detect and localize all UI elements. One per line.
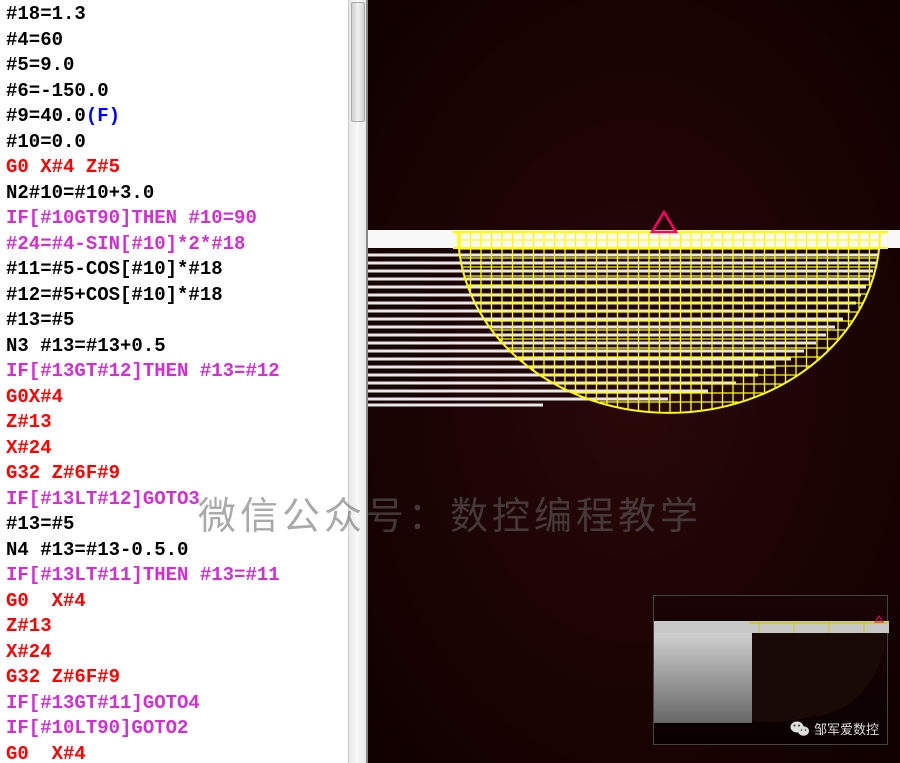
- code-line[interactable]: #9=40.0(F): [6, 104, 360, 130]
- code-text: #24=#4-SIN[#10]*2*#18: [6, 233, 245, 255]
- mini-preview: 邹军爱数控: [653, 595, 888, 745]
- visualization-panel[interactable]: 邹军爱数控: [368, 0, 900, 763]
- code-text: Z#13: [6, 411, 52, 433]
- code-line[interactable]: IF[#13LT#11]THEN #13=#11: [6, 563, 360, 589]
- code-text: G32 Z#6F#9: [6, 666, 120, 688]
- code-text: G0 X#4: [6, 743, 86, 763]
- code-text: #18=1.3: [6, 3, 86, 25]
- code-text: G0 X#4: [6, 590, 86, 612]
- wechat-icon: [790, 720, 810, 738]
- code-line[interactable]: #5=9.0: [6, 53, 360, 79]
- code-content: #18=1.3#4=60#5=9.0#6=-150.0#9=40.0(F)#10…: [0, 0, 366, 763]
- code-line[interactable]: #6=-150.0: [6, 79, 360, 105]
- code-text: #10=0.0: [6, 131, 86, 153]
- code-text: #5=9.0: [6, 54, 74, 76]
- code-text: X#24: [6, 437, 52, 459]
- code-line[interactable]: G32 Z#6F#9: [6, 461, 360, 487]
- code-text: #6=-150.0: [6, 80, 109, 102]
- code-text: #12=#5+COS[#10]*#18: [6, 284, 223, 306]
- scroll-thumb[interactable]: [351, 2, 365, 122]
- wechat-label: 邹军爱数控: [814, 719, 879, 738]
- code-text: (F): [86, 105, 120, 127]
- code-line[interactable]: IF[#13GT#11]GOTO4: [6, 691, 360, 717]
- code-line[interactable]: #13=#5: [6, 308, 360, 334]
- code-line[interactable]: G0 X#4: [6, 589, 360, 615]
- code-line[interactable]: #11=#5-COS[#10]*#18: [6, 257, 360, 283]
- code-text: IF[#10LT90]GOTO2: [6, 717, 188, 739]
- code-line[interactable]: G0 X#4: [6, 742, 360, 763]
- code-line[interactable]: N3 #13=#13+0.5: [6, 334, 360, 360]
- code-line[interactable]: IF[#10LT90]GOTO2: [6, 716, 360, 742]
- code-line[interactable]: Z#13: [6, 614, 360, 640]
- code-line[interactable]: #18=1.3: [6, 2, 360, 28]
- code-text: #9=40.0: [6, 105, 86, 127]
- code-text: #13=#5: [6, 513, 74, 535]
- code-line[interactable]: #13=#5: [6, 512, 360, 538]
- code-text: #11=#5-COS[#10]*#18: [6, 258, 223, 280]
- code-line[interactable]: IF[#10GT90]THEN #10=90: [6, 206, 360, 232]
- code-line[interactable]: G32 Z#6F#9: [6, 665, 360, 691]
- code-line[interactable]: #10=0.0: [6, 130, 360, 156]
- code-text: N4 #13=#13-0.5.0: [6, 539, 188, 561]
- code-line[interactable]: IF[#13LT#12]GOTO3: [6, 487, 360, 513]
- code-text: G32 Z#6F#9: [6, 462, 120, 484]
- code-text: IF[#13GT#11]GOTO4: [6, 692, 200, 714]
- code-text: G0 X#4 Z#5: [6, 156, 120, 178]
- code-text: IF[#10GT90]THEN #10=90: [6, 207, 257, 229]
- code-text: #4=60: [6, 29, 63, 51]
- code-text: N2#10=#10+3.0: [6, 182, 154, 204]
- wechat-badge: 邹军爱数控: [790, 719, 879, 738]
- code-text: #13=#5: [6, 309, 74, 331]
- code-line[interactable]: Z#13: [6, 410, 360, 436]
- code-text: IF[#13LT#11]THEN #13=#11: [6, 564, 280, 586]
- code-line[interactable]: #24=#4-SIN[#10]*2*#18: [6, 232, 360, 258]
- code-text: IF[#13LT#12]GOTO3: [6, 488, 200, 510]
- code-editor-panel[interactable]: #18=1.3#4=60#5=9.0#6=-150.0#9=40.0(F)#10…: [0, 0, 368, 763]
- code-line[interactable]: G0 X#4 Z#5: [6, 155, 360, 181]
- scrollbar[interactable]: [348, 0, 366, 763]
- code-line[interactable]: G0X#4: [6, 385, 360, 411]
- code-line[interactable]: #4=60: [6, 28, 360, 54]
- code-line[interactable]: N4 #13=#13-0.5.0: [6, 538, 360, 564]
- code-text: Z#13: [6, 615, 52, 637]
- code-line[interactable]: IF[#13GT#12]THEN #13=#12: [6, 359, 360, 385]
- code-line[interactable]: X#24: [6, 640, 360, 666]
- code-text: IF[#13GT#12]THEN #13=#12: [6, 360, 280, 382]
- code-line[interactable]: X#24: [6, 436, 360, 462]
- code-text: X#24: [6, 641, 52, 663]
- code-line[interactable]: N2#10=#10+3.0: [6, 181, 360, 207]
- toolpath-visualization: [368, 0, 900, 500]
- code-text: N3 #13=#13+0.5: [6, 335, 166, 357]
- code-text: G0X#4: [6, 386, 63, 408]
- code-line[interactable]: #12=#5+COS[#10]*#18: [6, 283, 360, 309]
